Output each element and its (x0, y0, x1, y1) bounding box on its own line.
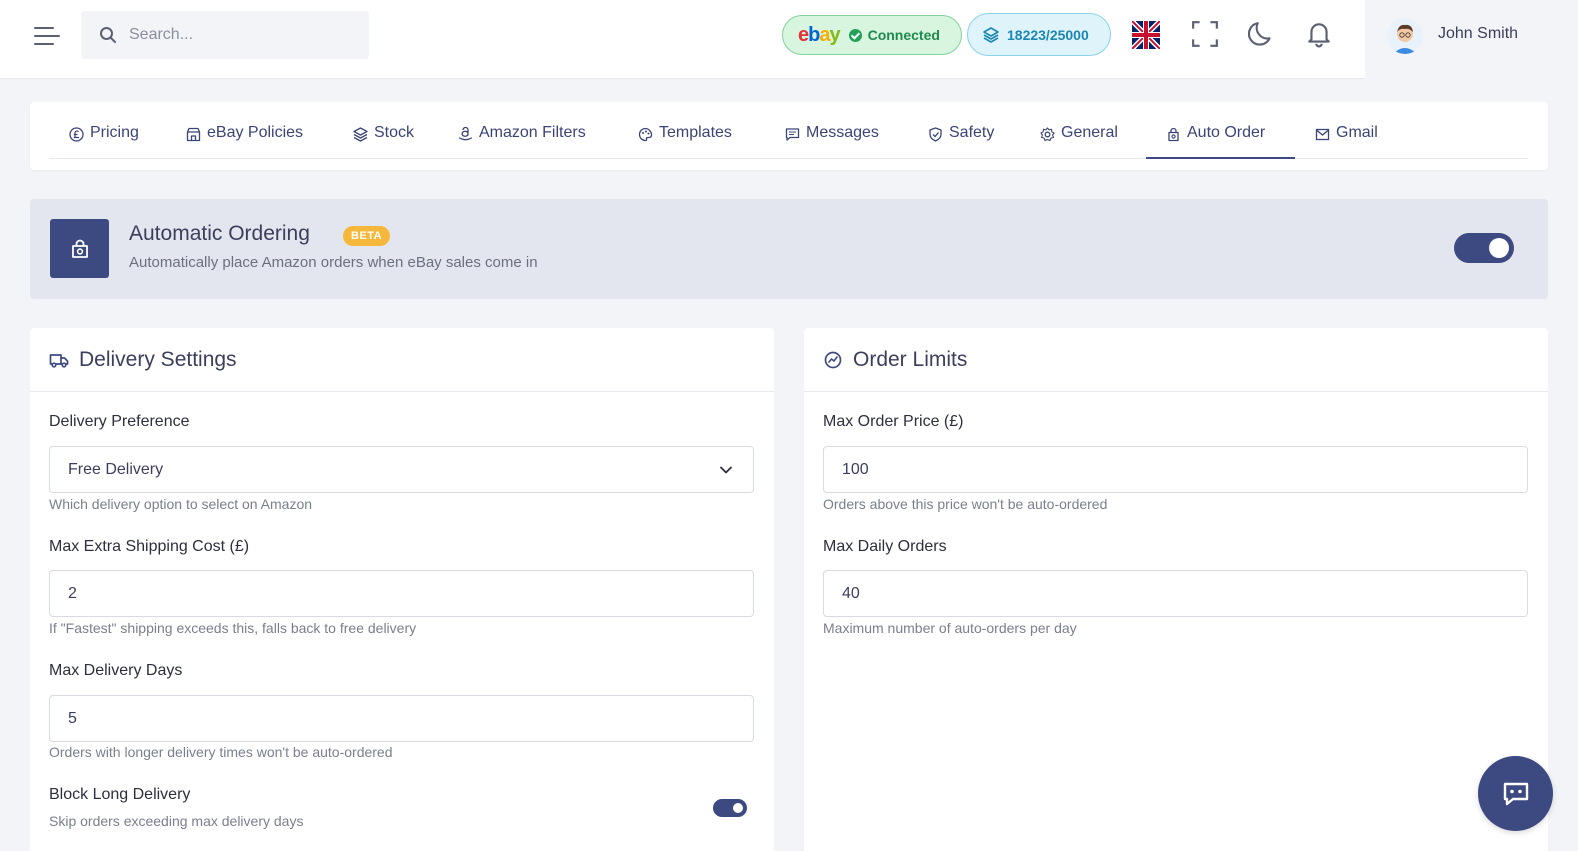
delivery-preference-help: Which delivery option to select on Amazo… (49, 496, 313, 512)
max-days-input[interactable] (49, 695, 754, 742)
tab-pricing[interactable]: Pricing (69, 124, 139, 159)
store-icon (186, 127, 201, 142)
auto-order-icon (50, 219, 109, 278)
block-long-label: Block Long Delivery (49, 786, 191, 803)
max-price-input[interactable] (823, 446, 1528, 493)
message-icon (785, 128, 800, 141)
uk-flag-icon[interactable] (1132, 21, 1160, 49)
chat-icon (1503, 782, 1528, 805)
settings-tabs: Pricing eBay Policies Stock Amazon Filte… (30, 102, 1548, 170)
moon-icon[interactable] (1248, 20, 1276, 48)
tab-label: Gmail (1336, 124, 1378, 141)
pound-icon (69, 127, 84, 142)
toggle-knob (733, 803, 743, 813)
max-price-help: Orders above this price won't be auto-or… (823, 496, 1108, 512)
tab-auto-order[interactable]: Auto Order (1146, 124, 1295, 159)
check-circle-icon (848, 28, 862, 42)
auto-order-toggle[interactable] (1454, 233, 1514, 263)
gear-icon (1040, 127, 1055, 142)
card-title: Delivery Settings (79, 348, 237, 371)
max-daily-help: Maximum number of auto-orders per day (823, 620, 1077, 636)
palette-icon (638, 127, 653, 142)
card-header: Delivery Settings (30, 328, 774, 392)
chat-button[interactable] (1478, 756, 1553, 831)
card-header: Order Limits (804, 328, 1548, 392)
layers-icon (353, 127, 368, 142)
amazon-icon (458, 127, 473, 141)
bell-icon[interactable] (1305, 20, 1333, 48)
auto-order-banner: Automatic Ordering BETA Automatically pl… (30, 199, 1548, 299)
user-name: John Smith (1438, 25, 1519, 42)
banner-subtitle: Automatically place Amazon orders when e… (129, 254, 538, 271)
tab-label: Stock (374, 124, 415, 141)
fullscreen-icon[interactable] (1191, 20, 1219, 48)
max-shipping-help: If "Fastest" shipping exceeds this, fall… (49, 620, 417, 636)
selected-value: Free Delivery (68, 460, 164, 478)
chevron-down-icon (720, 466, 732, 474)
tab-label: Amazon Filters (479, 124, 586, 141)
layers-icon (983, 26, 999, 43)
tab-label: Safety (949, 124, 995, 141)
max-price-label: Max Order Price (£) (823, 413, 964, 430)
block-long-toggle[interactable] (713, 799, 747, 817)
tab-templates[interactable]: Templates (638, 124, 732, 159)
max-days-help: Orders with longer delivery times won't … (49, 744, 393, 760)
tab-ebay-policies[interactable]: eBay Policies (186, 124, 303, 159)
shield-icon (929, 127, 942, 142)
tab-general[interactable]: General (1040, 124, 1118, 159)
delivery-settings-card: Delivery Settings Delivery Preference Fr… (30, 328, 774, 851)
max-shipping-label: Max Extra Shipping Cost (£) (49, 538, 250, 555)
search-box[interactable] (81, 11, 369, 59)
tab-label: General (1061, 124, 1118, 141)
ebay-status-label: Connected (867, 27, 940, 43)
tab-label: Auto Order (1187, 124, 1266, 141)
tab-stock[interactable]: Stock (353, 124, 414, 159)
search-icon (100, 27, 116, 43)
tab-gmail[interactable]: Gmail (1315, 124, 1378, 159)
max-daily-label: Max Daily Orders (823, 538, 947, 555)
max-daily-input[interactable] (823, 570, 1528, 617)
tab-label: Templates (659, 124, 732, 141)
mail-icon (1315, 128, 1330, 141)
cart-icon (1168, 127, 1179, 142)
avatar (1387, 18, 1423, 54)
tab-label: Messages (806, 124, 879, 141)
tab-amazon-filters[interactable]: Amazon Filters (458, 124, 586, 159)
ebay-logo: ebay (798, 23, 841, 46)
delivery-preference-label: Delivery Preference (49, 413, 190, 430)
ebay-connection-badge[interactable]: ebay Connected (782, 15, 962, 55)
banner-title: Automatic Ordering (129, 222, 310, 245)
user-menu[interactable]: John Smith (1365, 0, 1578, 79)
menu-icon[interactable] (34, 24, 62, 48)
block-long-help: Skip orders exceeding max delivery days (49, 813, 304, 829)
tab-safety[interactable]: Safety (928, 124, 994, 159)
max-shipping-input[interactable] (49, 570, 754, 617)
tab-label: Pricing (90, 124, 139, 141)
toggle-knob (1489, 238, 1509, 258)
max-days-label: Max Delivery Days (49, 662, 183, 679)
tab-label: eBay Policies (207, 124, 304, 141)
beta-badge: BETA (343, 226, 391, 246)
credits-count: 18223/25000 (1007, 26, 1089, 43)
chart-circle-icon (824, 351, 842, 369)
order-limits-card: Order Limits Max Order Price (£) Orders … (804, 328, 1548, 851)
top-bar: ebay Connected 18223/25000 (0, 0, 1578, 79)
credits-badge[interactable]: 18223/25000 (967, 13, 1111, 56)
delivery-preference-select[interactable]: Free Delivery (49, 446, 754, 493)
search-input[interactable] (129, 26, 349, 44)
tab-messages[interactable]: Messages (785, 124, 879, 159)
card-title: Order Limits (853, 348, 968, 371)
truck-icon (49, 354, 69, 368)
